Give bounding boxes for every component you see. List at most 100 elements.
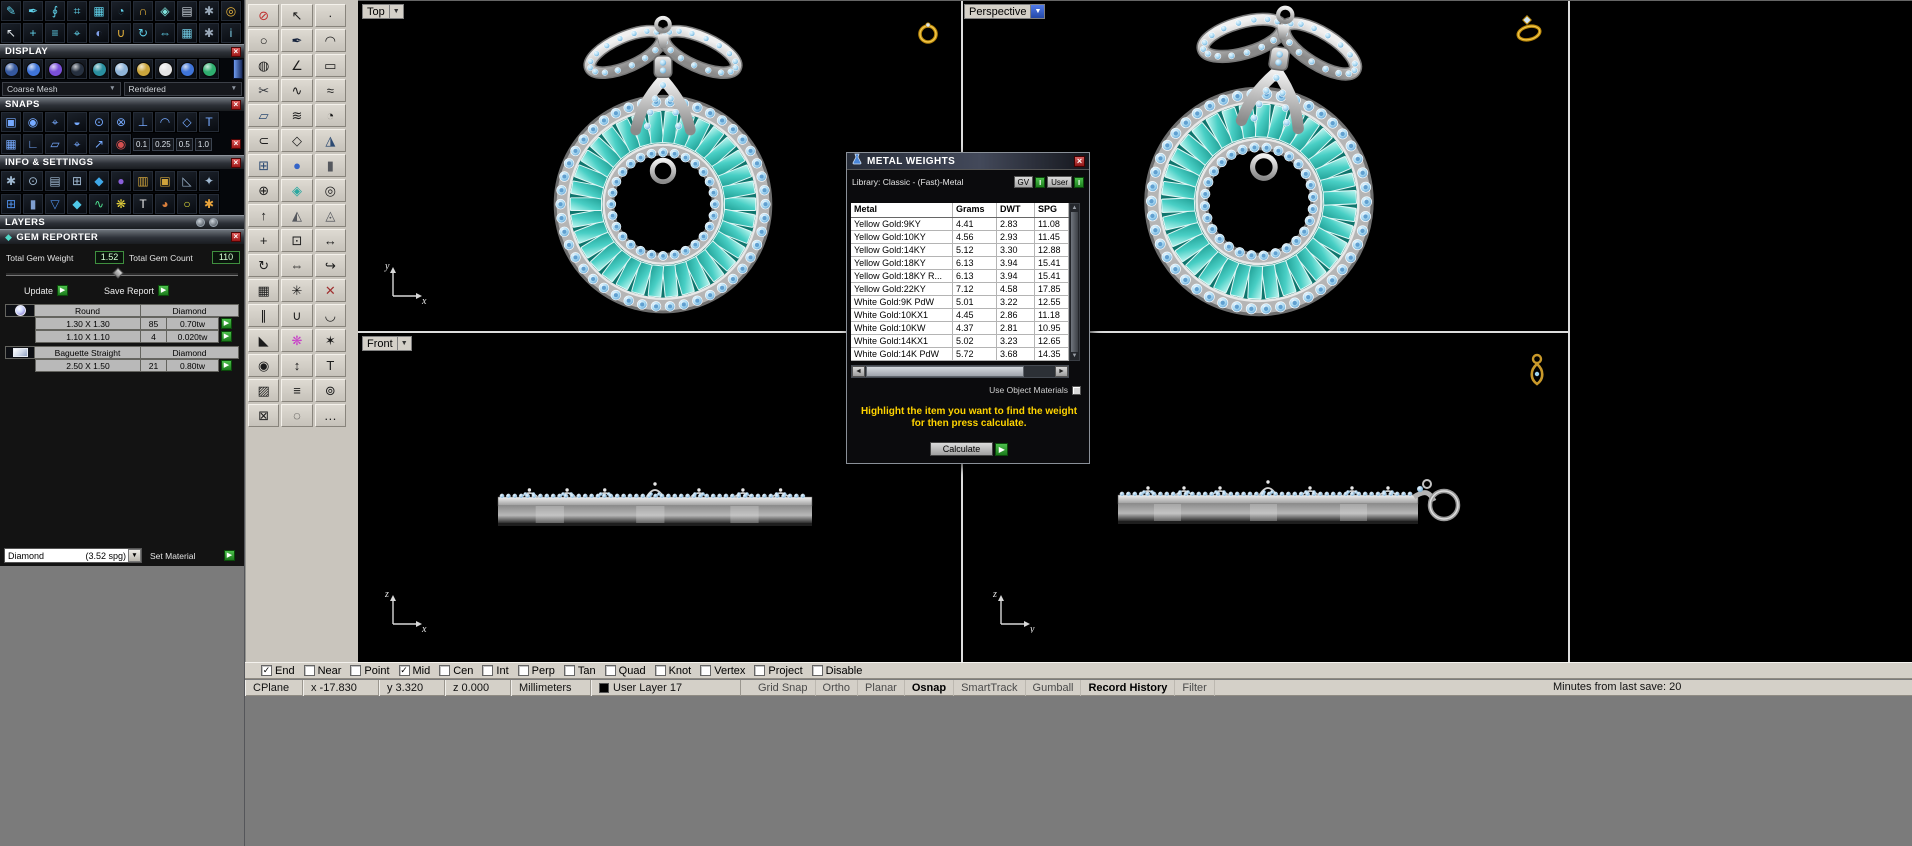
render-gear[interactable]: ✱ (198, 192, 220, 215)
frame-tool[interactable]: ▣ (154, 169, 176, 192)
gem-row-action-button[interactable]: ▶ (221, 360, 232, 371)
cylinder-tool[interactable]: ▮ (314, 154, 346, 177)
calc-tool[interactable]: ⊞ (66, 169, 88, 192)
circle-tool[interactable]: ○ (248, 29, 280, 52)
snap-value-025[interactable]: 0.25 (152, 137, 174, 151)
osnap-cen[interactable]: Cen (439, 665, 473, 677)
interp-curve[interactable]: ≋ (281, 104, 313, 127)
sweep-tool[interactable]: ◮ (314, 129, 346, 152)
cancel[interactable]: ⊘ (248, 4, 280, 27)
text-T[interactable]: T (132, 192, 154, 215)
gv-button[interactable]: GV (1013, 176, 1034, 188)
crosshair-tool[interactable]: ⌖ (66, 22, 88, 44)
conic-tool[interactable]: ◔ (314, 104, 346, 127)
search-report[interactable]: ⊙ (22, 169, 44, 192)
use-object-materials-control[interactable]: Use Object Materials (989, 385, 1081, 395)
checkbox-icon[interactable] (517, 665, 529, 676)
panel-grip[interactable] (233, 59, 243, 79)
history-icon[interactable]: ◉ (110, 133, 132, 155)
snap-value-01[interactable]: 0.1 (133, 137, 151, 151)
close-icon[interactable]: × (1074, 155, 1085, 167)
osnap-disable[interactable]: Disable (811, 665, 862, 677)
layer-tool[interactable]: ≡ (281, 379, 313, 402)
trim-tool[interactable]: ✕ (314, 279, 346, 302)
metal-table-row[interactable]: White Gold:14KX1 5.02 3.23 12.65 (851, 335, 1069, 348)
pendant-model-front[interactable] (492, 469, 822, 541)
status-toggle-osnap[interactable]: Osnap (905, 679, 955, 696)
sphere-tool[interactable]: ● (281, 154, 313, 177)
mirror-lr[interactable]: ⇔ (154, 22, 176, 44)
checkbox-icon[interactable] (563, 665, 575, 676)
neon-mode[interactable] (198, 58, 220, 80)
wireframe-mode[interactable] (0, 58, 22, 80)
snap-point[interactable]: ⌖ (44, 111, 66, 133)
scrollbar-thumb[interactable] (866, 366, 1024, 377)
gold-chart[interactable]: ▥ (132, 169, 154, 192)
ortho-icon[interactable]: ∟ (22, 133, 44, 155)
snap-mid[interactable]: ◒ (66, 111, 88, 133)
osnap-int[interactable]: Int (482, 665, 509, 677)
purple-ball[interactable]: ● (110, 169, 132, 192)
viewport-area[interactable]: Top ▼ Perspective ▼ Front ▼ yx zx zy (358, 0, 1912, 662)
close-icon[interactable]: × (231, 158, 241, 168)
move-tool[interactable]: + (248, 229, 280, 252)
pencil[interactable]: ✎ (0, 0, 22, 22)
bolt-tool[interactable]: ✦ (198, 169, 220, 192)
osnap-point[interactable]: Point (350, 665, 390, 677)
user-button[interactable]: User (1047, 176, 1072, 188)
status-toggle-ortho[interactable]: Ortho (816, 679, 859, 696)
ring-perspective-icon[interactable] (1513, 15, 1545, 50)
metal-table-row[interactable]: White Gold:9K PdW 5.01 3.22 12.55 (851, 296, 1069, 309)
layer-stack[interactable]: ≡ (44, 22, 66, 44)
torus-tool[interactable]: ◎ (314, 179, 346, 202)
info-badge[interactable]: i (220, 22, 242, 44)
checkbox-icon[interactable]: ✓ (398, 665, 410, 676)
mesh-grid[interactable]: ▦ (88, 0, 110, 22)
smarttrack-icon[interactable]: ↗ (88, 133, 110, 155)
control-points[interactable]: ⌗ (66, 0, 88, 22)
snap-cen[interactable]: ⊙ (88, 111, 110, 133)
snap-knot[interactable]: T (198, 111, 220, 133)
join-tool[interactable]: ∪ (281, 304, 313, 327)
viewport-tab-top[interactable]: Top ▼ (362, 4, 404, 19)
info-settings-section-header[interactable]: INFO & SETTINGS × (0, 155, 244, 169)
pan-tool[interactable]: + (22, 22, 44, 44)
viewport-tab-front[interactable]: Front ▼ (362, 336, 412, 351)
table-horizontal-scrollbar[interactable]: ◄ ► (851, 365, 1069, 378)
artistic-mode[interactable] (132, 58, 154, 80)
surface-tool[interactable]: ▱ (248, 104, 280, 127)
shaded-ball[interactable]: ◐ (88, 22, 110, 44)
osnap-icon[interactable]: ⌖ (66, 133, 88, 155)
analyze-tool[interactable]: ◉ (248, 354, 280, 377)
lock-tool[interactable]: ⊠ (248, 404, 280, 427)
gear-single[interactable]: ✱ (198, 22, 220, 44)
metal-table-row[interactable]: White Gold:14K PdW 5.72 3.68 14.35 (851, 348, 1069, 361)
snap-value-10[interactable]: 1.0 (194, 137, 212, 151)
target-tool[interactable]: ◎ (220, 0, 242, 22)
gem-cut[interactable]: ◈ (281, 179, 313, 202)
split-tool[interactable]: ∥ (248, 304, 280, 327)
checkbox-icon[interactable] (654, 665, 666, 676)
mesh-quality-dropdown[interactable]: Coarse Mesh ▼ (2, 81, 121, 96)
extrude-tool[interactable]: ↑ (248, 204, 280, 227)
snap-perp[interactable]: ⊥ (132, 111, 154, 133)
viewport-menu-icon[interactable]: ▼ (389, 4, 404, 19)
go-arrow-icon[interactable]: ▶ (995, 442, 1009, 456)
grid-snap-icon[interactable]: ▦ (0, 133, 22, 155)
droplet-tool[interactable]: ◆ (66, 192, 88, 215)
metal-table-row[interactable]: Yellow Gold:18KY R... 6.13 3.94 15.41 (851, 270, 1069, 283)
snap-end[interactable]: ▣ (0, 111, 22, 133)
arrow-cursor[interactable]: ↖ (0, 22, 22, 44)
rotate-tool[interactable]: ↻ (248, 254, 280, 277)
box-tool[interactable]: ⊞ (248, 154, 280, 177)
gv-indicator[interactable]: I (1035, 176, 1046, 188)
checkbox-icon[interactable] (303, 665, 315, 676)
arc-tool[interactable]: ◠ (314, 29, 346, 52)
array-polar[interactable]: ✳ (281, 279, 313, 302)
shaded-mode[interactable] (22, 58, 44, 80)
dialog-titlebar[interactable]: METAL WEIGHTS × (847, 153, 1089, 170)
snap-near[interactable]: ◉ (22, 111, 44, 133)
save-report-button[interactable]: Save Report ▶ (104, 285, 170, 296)
current-layer-pane[interactable]: User Layer 17 (591, 679, 741, 696)
freeform-curve[interactable]: ∿ (281, 79, 313, 102)
